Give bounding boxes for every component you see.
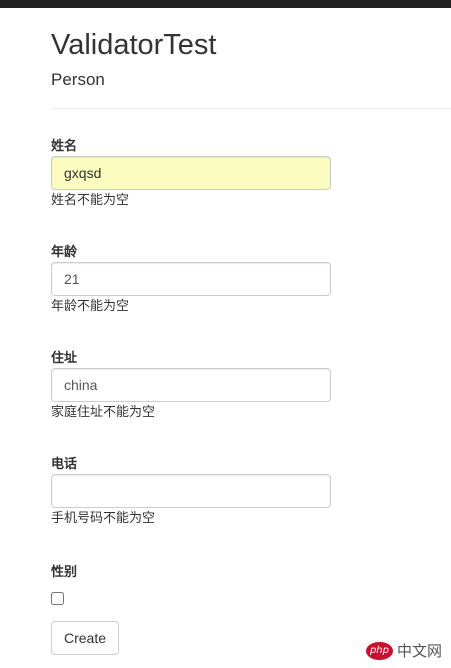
phone-help-text: 手机号码不能为空 (51, 510, 156, 525)
address-field-group: 住址 家庭住址不能为空 (51, 350, 341, 420)
age-input[interactable] (51, 262, 331, 296)
address-label: 住址 (51, 350, 78, 365)
gender-field-group: 性别 (51, 564, 341, 605)
phone-label: 电话 (51, 456, 78, 471)
app-title: ValidatorTest (51, 29, 217, 61)
php-logo-icon: php (365, 642, 393, 660)
name-field-group: 姓名 姓名不能为空 (51, 138, 341, 208)
address-input[interactable] (51, 368, 331, 402)
gender-checkbox-wrap (51, 592, 64, 605)
gender-checkbox[interactable] (51, 592, 64, 605)
name-label: 姓名 (51, 138, 78, 153)
address-help-text: 家庭住址不能为空 (51, 404, 156, 419)
gender-label: 性别 (51, 564, 78, 579)
name-help-text: 姓名不能为空 (51, 192, 130, 207)
age-label: 年龄 (51, 244, 78, 259)
name-input[interactable] (51, 156, 331, 190)
watermark-text: 中文网 (396, 642, 442, 660)
top-bar (0, 0, 451, 8)
age-field-group: 年龄 年龄不能为空 (51, 244, 341, 314)
age-help-text: 年龄不能为空 (51, 298, 130, 313)
create-button[interactable]: Create (51, 621, 120, 655)
page-subtitle: Person (51, 70, 105, 89)
php-cn-watermark: php 中文网 (365, 642, 442, 660)
phone-input[interactable] (51, 474, 331, 508)
header-divider (51, 108, 451, 109)
phone-field-group: 电话 手机号码不能为空 (51, 456, 341, 526)
